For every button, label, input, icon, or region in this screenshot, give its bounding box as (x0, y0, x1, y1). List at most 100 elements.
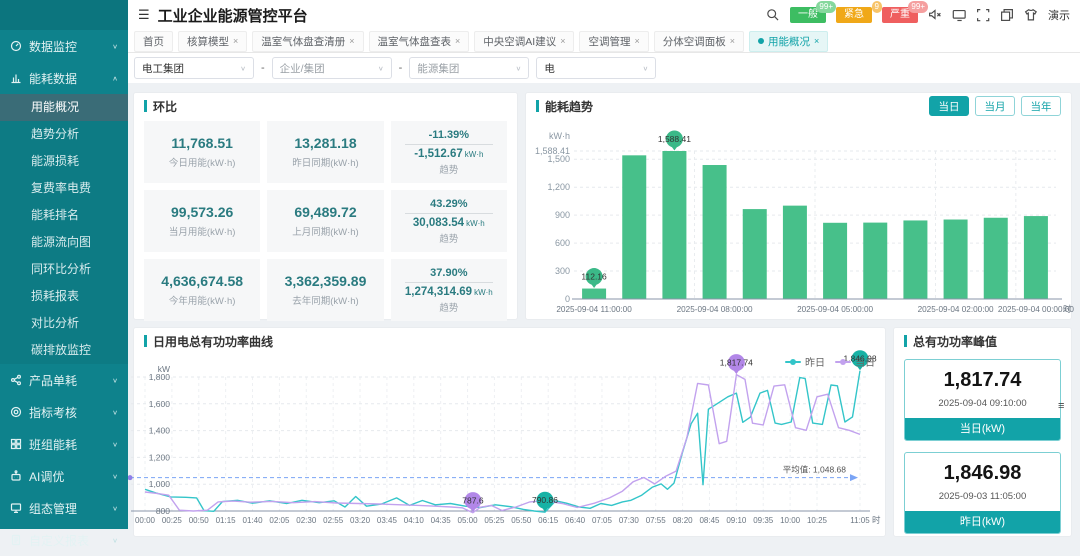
chevron-down-icon: ∨ (240, 64, 246, 71)
tab-首页[interactable]: 首页 (134, 31, 173, 52)
svg-text:1,588.41: 1,588.41 (658, 134, 691, 144)
peak-value: 1,846.98 (905, 453, 1060, 485)
sidebar-subitem-用能概况[interactable]: 用能概况 (0, 94, 128, 121)
trend-range-button-当年[interactable]: 当年 (1021, 96, 1061, 116)
sidebar-subitem-能耗排名[interactable]: 能耗排名 (0, 202, 128, 229)
svg-text:08:20: 08:20 (673, 516, 694, 525)
stat-value: 11,768.51 (171, 135, 233, 151)
close-tab-icon[interactable]: × (349, 36, 354, 46)
alarm-badge-紧急[interactable]: 紧急9 (836, 7, 872, 23)
peak-label-button[interactable]: 当日(kW) (905, 418, 1060, 440)
sidebar-subitem-同环比分析[interactable]: 同环比分析 (0, 256, 128, 283)
trend-unit: kW·h (474, 288, 493, 297)
stat-value: 3,362,359.89 (285, 273, 367, 289)
chevron-down-icon: ∨ (515, 64, 521, 71)
bar-11:00[interactable] (582, 289, 606, 299)
close-tab-icon[interactable]: × (634, 36, 639, 46)
bar-08:00[interactable] (703, 165, 727, 299)
stat-label: 今年用能(kW·h) (169, 293, 236, 307)
fullscreen-icon[interactable] (976, 8, 990, 22)
tab-label: 中央空调AI建议 (483, 34, 556, 49)
title-marker (904, 335, 907, 347)
bar-00:00[interactable] (1024, 216, 1048, 299)
svg-text:900: 900 (555, 210, 570, 220)
huanbi-previous-card-0: 13,281.18昨日同期(kW·h) (267, 121, 383, 183)
sidebar-item-AI调优[interactable]: AI调优∨ (0, 460, 128, 492)
tab-分体空调面板[interactable]: 分体空调面板× (654, 31, 744, 52)
speaker-off-icon[interactable] (928, 8, 942, 22)
sidebar-item-数据监控[interactable]: 数据监控∨ (0, 30, 128, 62)
peak-label-button[interactable]: 昨日(kW) (905, 511, 1060, 533)
tab-温室气体盘查清册[interactable]: 温室气体盘查清册 × (252, 31, 363, 52)
tab-中央空调AI建议[interactable]: 中央空调AI建议 × (474, 31, 574, 52)
panel-energy-trend-title: 能耗趋势 当日当月当年 (526, 93, 1071, 119)
sidebar-subitem-复费率电费[interactable]: 复费率电费 (0, 175, 128, 202)
sidebar-item-label: 班组能耗 (29, 436, 112, 453)
demo-button[interactable]: 演示 (1048, 7, 1070, 23)
close-tab-icon[interactable]: × (233, 36, 238, 46)
bar-07:00[interactable] (743, 209, 767, 299)
peak-timestamp: 2025-09-04 09:10:00 (905, 398, 1060, 409)
legend-label: 当日 (855, 354, 875, 369)
bar-04:00[interactable] (863, 223, 887, 299)
search-icon[interactable] (766, 8, 780, 22)
legend-item-当日[interactable]: 当日 (835, 354, 875, 369)
theme-icon[interactable] (1024, 8, 1038, 22)
sidebar-subitem-对比分析[interactable]: 对比分析 (0, 310, 128, 337)
alarm-badge-严重[interactable]: 严重99+ (882, 7, 918, 23)
sidebar-item-班组能耗[interactable]: 班组能耗∨ (0, 428, 128, 460)
sidebar-subitem-损耗报表[interactable]: 损耗报表 (0, 283, 128, 310)
collapse-menu-icon[interactable]: ☰ (138, 7, 150, 23)
sidebar-subitem-趋势分析[interactable]: 趋势分析 (0, 121, 128, 148)
doc-icon (10, 534, 22, 546)
filter-select-能源集团[interactable]: 能源集团∨ (409, 57, 529, 79)
filter-select-电[interactable]: 电∨ (536, 57, 656, 79)
bar-02:00[interactable] (944, 220, 968, 299)
huanbi-current-card-1: 99,573.26当月用能(kW·h) (144, 190, 260, 252)
sidebar-subitem-能源流向图[interactable]: 能源流向图 (0, 229, 128, 256)
trend-range-buttons: 当日当月当年 (929, 96, 1061, 116)
sidebar-item-能耗数据[interactable]: 能耗数据∧ (0, 62, 128, 94)
svg-text:04:35: 04:35 (431, 516, 452, 525)
bar-01:00[interactable] (984, 218, 1008, 299)
tab-核算模型[interactable]: 核算模型× (178, 31, 247, 52)
bar-10:00[interactable] (622, 155, 646, 299)
bar-03:00[interactable] (903, 220, 927, 299)
tab-温室气体盘查表[interactable]: 温室气体盘查表× (369, 31, 470, 52)
close-tab-icon[interactable]: × (730, 36, 735, 46)
bar-06:00[interactable] (783, 206, 807, 299)
trend-range-button-当月[interactable]: 当月 (975, 96, 1015, 116)
svg-text:09:35: 09:35 (753, 516, 774, 525)
filter-select-电工集团[interactable]: 电工集团∨ (134, 57, 254, 79)
bar-chart-icon (10, 72, 22, 84)
sidebar-item-产品单耗[interactable]: 产品单耗∨ (0, 364, 128, 396)
alarm-badge-一般[interactable]: 一般99+ (790, 7, 826, 23)
trend-range-button-当日[interactable]: 当日 (929, 96, 969, 116)
tab-label: 温室气体盘查清册 (261, 34, 345, 49)
huanbi-trend-card-0: -11.39%-1,512.67kW·h趋势 (391, 121, 507, 183)
svg-text:2025-09-04 05:00:00: 2025-09-04 05:00:00 (797, 305, 873, 314)
peak-timestamp: 2025-09-03 11:05:00 (905, 491, 1060, 502)
legend-item-昨日[interactable]: 昨日 (785, 354, 825, 369)
chevron-down-icon: ∨ (112, 376, 118, 383)
bar-05:00[interactable] (823, 223, 847, 299)
filter-select-企业/集团[interactable]: 企业/集团∨ (272, 57, 392, 79)
sidebar-subitem-碳排放监控[interactable]: 碳排放监控 (0, 337, 128, 364)
bar-09:00[interactable] (662, 151, 686, 299)
close-tab-icon[interactable]: × (560, 36, 565, 46)
sidebar-subitem-能源损耗[interactable]: 能源损耗 (0, 148, 128, 175)
tab-用能概况[interactable]: 用能概况× (749, 31, 828, 52)
tab-空调管理[interactable]: 空调管理× (579, 31, 648, 52)
svg-text:01:15: 01:15 (216, 516, 237, 525)
sidebar-item-组态管理[interactable]: 组态管理∨ (0, 492, 128, 524)
close-tab-icon[interactable]: × (455, 36, 460, 46)
legend-label: 昨日 (805, 354, 825, 369)
close-tab-icon[interactable]: × (814, 36, 819, 46)
huanbi-current-card-2: 4,636,674.58今年用能(kW·h) (144, 259, 260, 321)
sidebar-item-指标考核[interactable]: 指标考核∨ (0, 396, 128, 428)
tab-label: 温室气体盘查表 (378, 34, 452, 49)
svg-text:06:40: 06:40 (565, 516, 586, 525)
panel-drag-handle-icon[interactable]: ≡ (1058, 404, 1064, 410)
copy-icon[interactable] (1000, 8, 1014, 22)
screen-icon[interactable] (952, 8, 966, 22)
